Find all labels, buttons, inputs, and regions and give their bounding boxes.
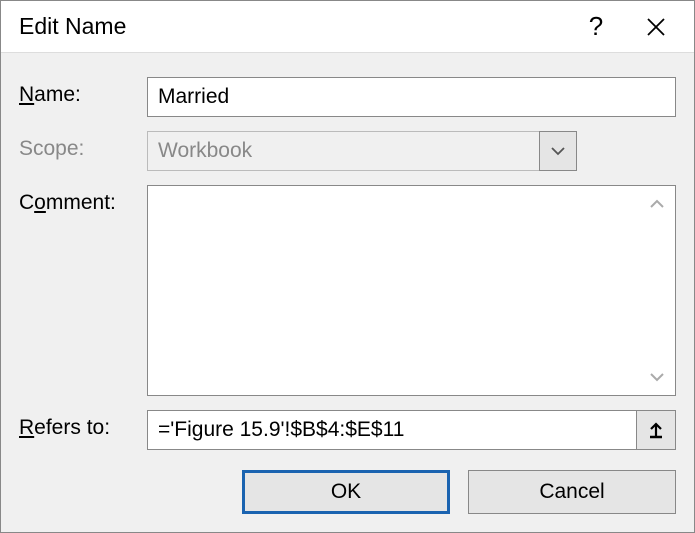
refers-to-label: Refers to: bbox=[19, 410, 139, 440]
range-picker-button[interactable] bbox=[636, 410, 676, 450]
edit-name-dialog: Edit Name ? Name: Scope: Workbook Commen… bbox=[0, 0, 695, 533]
help-button[interactable]: ? bbox=[566, 2, 626, 52]
scope-select: Workbook bbox=[147, 131, 540, 171]
chevron-down-icon bbox=[550, 146, 566, 156]
close-button[interactable] bbox=[626, 2, 686, 52]
titlebar: Edit Name ? bbox=[1, 1, 694, 53]
ok-button[interactable]: OK bbox=[242, 470, 450, 514]
refers-to-field bbox=[147, 410, 676, 450]
comment-input[interactable] bbox=[147, 185, 676, 396]
close-icon bbox=[646, 17, 666, 37]
scope-dropdown-button[interactable] bbox=[539, 131, 577, 171]
refers-to-input[interactable] bbox=[147, 410, 637, 450]
comment-label: Comment: bbox=[19, 185, 139, 215]
cancel-button[interactable]: Cancel bbox=[468, 470, 676, 514]
dialog-title: Edit Name bbox=[19, 13, 566, 40]
scroll-up-button[interactable] bbox=[644, 191, 670, 217]
dialog-content: Name: Scope: Workbook Comment: bbox=[1, 53, 694, 532]
name-label: Name: bbox=[19, 77, 139, 107]
comment-field-wrap bbox=[147, 185, 676, 396]
scroll-down-button[interactable] bbox=[644, 364, 670, 390]
dialog-buttons: OK Cancel bbox=[19, 464, 676, 514]
collapse-dialog-icon bbox=[647, 421, 665, 439]
scope-label: Scope: bbox=[19, 131, 139, 161]
scope-field: Workbook bbox=[147, 131, 577, 171]
name-input[interactable] bbox=[147, 77, 676, 117]
chevron-down-icon bbox=[649, 371, 665, 383]
chevron-up-icon bbox=[649, 198, 665, 210]
